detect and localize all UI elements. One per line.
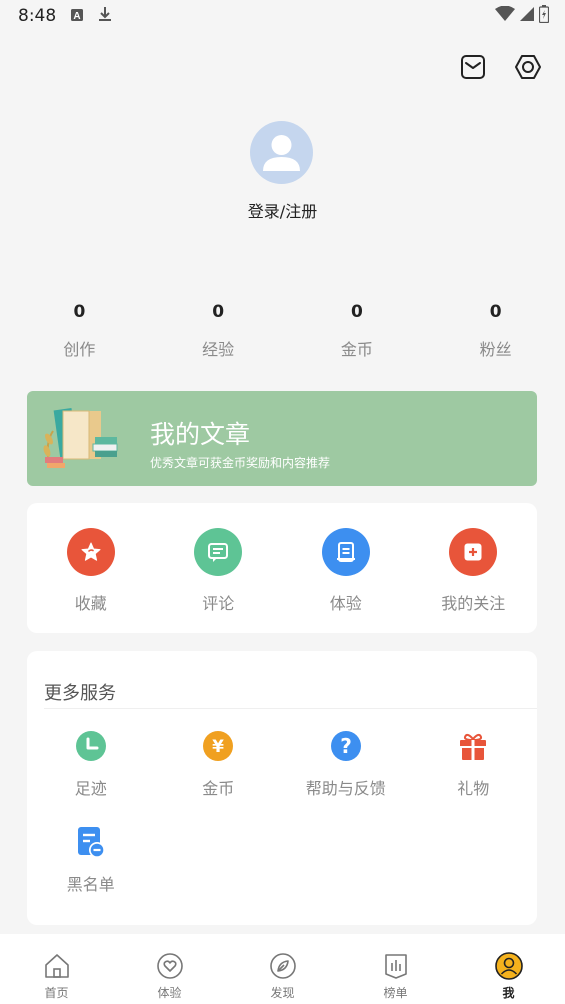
action-favorites[interactable]: 收藏 — [27, 528, 155, 614]
stat-label: 创作 — [63, 340, 96, 359]
service-label: 足迹 — [74, 779, 107, 798]
services-title: 更多服务 — [44, 683, 116, 704]
action-label: 收藏 — [74, 594, 107, 613]
star-icon — [66, 528, 115, 576]
banner-subtitle: 优秀文章可获金币奖励和内容推荐 — [150, 456, 331, 470]
service-history[interactable]: 足迹 — [27, 729, 155, 825]
stat-value: 0 — [350, 302, 363, 322]
nav-label: 首页 — [44, 986, 69, 1000]
login-register-link[interactable]: 登录/注册 — [0, 198, 565, 222]
font-notification-icon: A — [70, 7, 84, 26]
download-icon — [98, 6, 112, 26]
comment-icon — [194, 528, 243, 576]
clock-icon — [74, 729, 108, 763]
action-comments[interactable]: 评论 — [155, 528, 283, 614]
service-label: 礼物 — [457, 779, 490, 798]
nav-experience[interactable]: 体验 — [113, 934, 226, 1004]
service-coins[interactable]: ¥ 金币 — [155, 729, 283, 825]
nav-discover[interactable]: 发现 — [226, 934, 339, 1004]
my-articles-banner[interactable]: 我的文章 优秀文章可获金币奖励和内容推荐 — [27, 391, 537, 486]
plus-icon — [449, 528, 498, 576]
gift-icon — [456, 729, 490, 763]
signal-icon — [519, 6, 535, 26]
svg-text:?: ? — [340, 734, 352, 758]
service-gifts[interactable]: 礼物 — [410, 729, 538, 825]
home-icon — [43, 952, 71, 980]
nav-ranking[interactable]: 榜单 — [339, 934, 452, 1004]
stat-value: 0 — [73, 302, 86, 322]
stat-coins[interactable]: 0 金币 — [288, 302, 427, 360]
stat-label: 粉丝 — [479, 340, 512, 359]
stat-experience[interactable]: 0 经验 — [149, 302, 288, 360]
profile-stats: 0 创作 0 经验 0 金币 0 粉丝 — [0, 302, 565, 360]
wifi-icon — [495, 5, 515, 26]
status-time: 8:48 — [18, 6, 57, 26]
status-bar: 8:48 A — [0, 0, 565, 32]
stat-label: 经验 — [202, 340, 235, 359]
service-help-feedback[interactable]: ? 帮助与反馈 — [282, 729, 410, 825]
nav-home[interactable]: 首页 — [0, 934, 113, 1004]
action-experience[interactable]: 体验 — [282, 528, 410, 614]
nav-label: 体验 — [157, 986, 182, 1000]
heart-icon — [156, 952, 184, 980]
stat-value: 0 — [489, 302, 502, 322]
svg-text:¥: ¥ — [212, 737, 224, 757]
banner-title: 我的文章 — [150, 420, 251, 449]
envelope-icon[interactable] — [458, 52, 488, 82]
nav-label: 发现 — [270, 986, 295, 1000]
nav-label: 我 — [502, 986, 515, 1000]
compass-icon — [269, 952, 297, 980]
service-label: 金币 — [202, 779, 235, 798]
quick-actions-card: 收藏 评论 体验 我的关注 — [27, 503, 537, 633]
action-label: 我的关注 — [441, 594, 506, 613]
stat-value: 0 — [212, 302, 225, 322]
yen-coin-icon: ¥ — [201, 729, 235, 763]
ranking-icon — [382, 952, 410, 980]
action-label: 体验 — [329, 594, 362, 613]
action-following[interactable]: 我的关注 — [410, 528, 538, 614]
stat-works[interactable]: 0 创作 — [10, 302, 149, 360]
avatar[interactable] — [250, 121, 313, 184]
svg-text:A: A — [74, 11, 81, 22]
profile-icon — [494, 952, 523, 980]
nav-label: 榜单 — [383, 986, 408, 1000]
stat-fans[interactable]: 0 粉丝 — [426, 302, 565, 360]
service-label: 黑名单 — [66, 875, 115, 894]
stat-label: 金币 — [340, 340, 373, 359]
blacklist-icon — [74, 825, 108, 859]
service-label: 帮助与反馈 — [305, 779, 386, 798]
help-icon: ? — [329, 729, 363, 763]
header-actions — [458, 52, 543, 82]
battery-icon — [538, 5, 550, 27]
bottom-nav: 首页 体验 发现 榜单 我 — [0, 934, 565, 1004]
more-services-card: 更多服务 足迹 ¥ 金币 ? 帮助与反馈 礼物 黑名单 — [27, 651, 537, 925]
service-blacklist[interactable]: 黑名单 — [27, 825, 155, 921]
document-icon — [321, 528, 370, 576]
divider — [44, 708, 537, 709]
nav-me[interactable]: 我 — [452, 934, 565, 1004]
books-illustration-icon — [41, 403, 121, 475]
hexagon-settings-icon[interactable] — [513, 52, 543, 82]
action-label: 评论 — [202, 594, 235, 613]
